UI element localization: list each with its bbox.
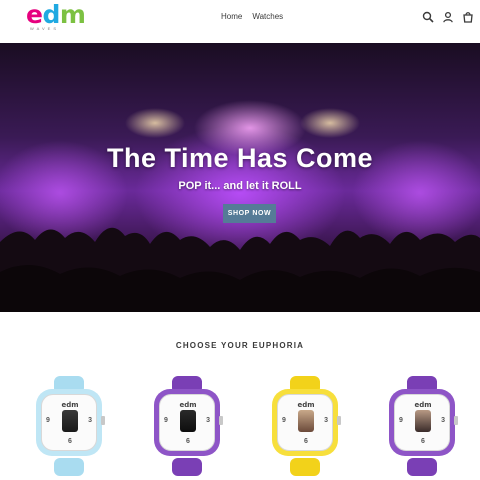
watch-number-3: 3 — [206, 417, 210, 424]
search-icon[interactable] — [422, 10, 434, 23]
watch-number-6: 6 — [304, 438, 308, 445]
nav-home[interactable]: Home — [221, 12, 242, 21]
site-header: edm WAVES Home Watches — [0, 0, 480, 43]
watch-crown — [454, 416, 458, 425]
watch-logo: edm — [61, 401, 79, 409]
hero-title: The Time Has Come — [106, 143, 374, 173]
logo-wordmark: edm — [26, 0, 86, 29]
watch-logo: edm — [179, 401, 197, 409]
watch-card[interactable]: edm 3 6 9 — [385, 376, 459, 480]
main-nav: Home Watches — [221, 12, 283, 21]
dj-portrait — [298, 410, 314, 432]
cart-icon[interactable] — [462, 10, 474, 23]
watch-strap — [290, 458, 320, 476]
watch-number-9: 9 — [46, 417, 50, 424]
watch-card[interactable]: edm 3 6 9 — [32, 376, 106, 480]
watch-number-3: 3 — [441, 417, 445, 424]
watch-number-6: 6 — [421, 438, 425, 445]
watch-card[interactable]: edm 3 6 9 — [150, 376, 224, 480]
watch-logo: edm — [297, 401, 315, 409]
dj-portrait — [415, 410, 431, 432]
watch-face: edm 3 6 9 — [159, 394, 215, 451]
watch-number-6: 6 — [186, 438, 190, 445]
watch-strap — [407, 458, 437, 476]
watch-number-9: 9 — [399, 417, 403, 424]
watch-number-3: 3 — [88, 417, 92, 424]
watch-face: edm 3 6 9 — [394, 394, 450, 451]
watch-strap — [54, 458, 84, 476]
watch-card[interactable]: edm 3 6 9 — [268, 376, 342, 480]
hero-subtitle: POP it... and let it ROLL — [178, 180, 302, 192]
header-icons — [422, 10, 474, 23]
watch-number-3: 3 — [324, 417, 328, 424]
watch-crown — [101, 416, 105, 425]
watch-number-9: 9 — [164, 417, 168, 424]
watch-number-9: 9 — [282, 417, 286, 424]
dj-portrait — [62, 410, 78, 432]
logo-tagline: WAVES — [30, 26, 60, 31]
shop-now-button[interactable]: SHOP NOW — [223, 204, 276, 223]
collection-title: CHOOSE YOUR EUPHORIA — [175, 341, 305, 350]
account-icon[interactable] — [442, 10, 454, 23]
watch-strap — [172, 458, 202, 476]
watch-crown — [219, 416, 223, 425]
watch-crown — [337, 416, 341, 425]
watch-logo: edm — [414, 401, 432, 409]
nav-watches[interactable]: Watches — [252, 12, 283, 21]
edm-logo[interactable]: edm WAVES — [26, 0, 86, 32]
watch-number-6: 6 — [68, 438, 72, 445]
hero-banner: The Time Has Come POP it... and let it R… — [0, 43, 480, 312]
watch-grid: edm 3 6 9 edm 3 6 9 edm 3 6 9 edm 3 6 9 — [0, 376, 480, 480]
watch-face: edm 3 6 9 — [277, 394, 333, 451]
watch-face: edm 3 6 9 — [41, 394, 97, 451]
dj-portrait — [180, 410, 196, 432]
